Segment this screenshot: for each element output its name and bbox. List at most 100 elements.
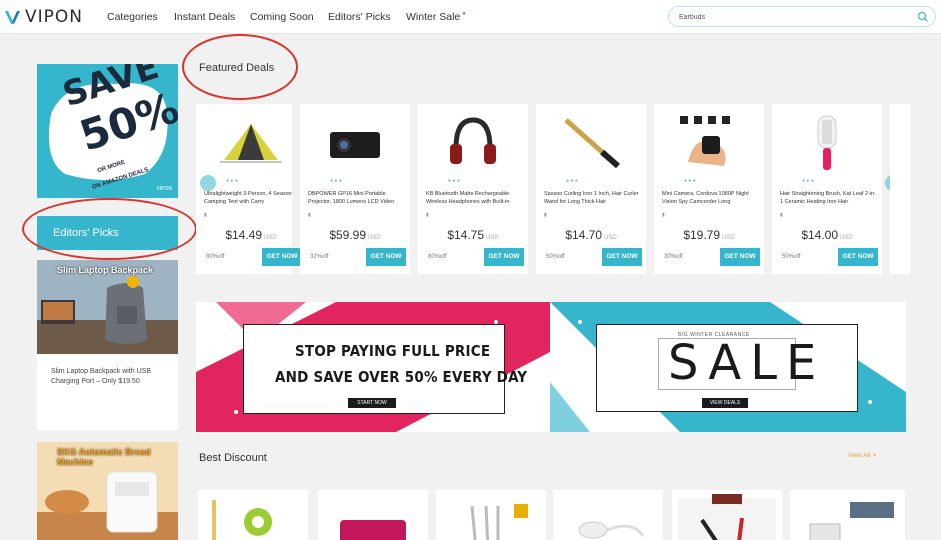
product-card[interactable]: ● ● ● KB Bluetooth Matte Rechargeable Wir… — [418, 104, 528, 274]
product-image — [674, 112, 744, 172]
product-name: DBPOWER GP16 Mini Portable Projector, 18… — [308, 191, 395, 205]
backpack-image-title: Slim Laptop Backpack — [57, 265, 154, 275]
get-now-button[interactable]: GET NOW — [366, 248, 406, 266]
us-flag-icon: ▮ — [544, 212, 547, 218]
product-image — [216, 112, 286, 172]
discount-percent: 32%off — [310, 254, 329, 260]
discount-percent: 80%off — [206, 254, 225, 260]
deal-badge-icon: ● ● ● — [802, 178, 814, 184]
view-all-link[interactable]: View All > — [848, 452, 876, 459]
next-product-peek — [890, 104, 910, 274]
backpack-image: Slim Laptop Backpack — [37, 260, 178, 354]
product-price: $14.75 USD — [418, 228, 528, 242]
discount-percent: 50%off — [782, 254, 801, 260]
price-value: $59.99 — [329, 228, 367, 242]
price-currency: USD — [368, 235, 381, 241]
product-price: $14.49 USD — [196, 228, 306, 242]
price-value: $14.70 — [565, 228, 603, 242]
nav-instant-deals[interactable]: Instant Deals — [174, 11, 235, 23]
view-deals-button[interactable]: VIEW DEALS — [702, 398, 748, 408]
discount-product-card[interactable] — [318, 490, 428, 540]
get-now-button[interactable]: GET NOW — [602, 248, 642, 266]
nav-winter-sale[interactable]: Winter Sale ● — [406, 11, 466, 23]
nav-coming-soon[interactable]: Coming Soon — [250, 11, 314, 23]
product-price: $59.99 USD — [300, 228, 410, 242]
product-name: Ultralightweight 3-Person, 4 Season Camp… — [204, 191, 292, 205]
product-price: $14.70 USD — [536, 228, 646, 242]
editors-pick-description: Slim Laptop Backpack with USB Charging P… — [51, 368, 151, 385]
price-value: $19.79 — [683, 228, 721, 242]
banner-line-2: AND SAVE OVER 50% EVERY DAY — [275, 368, 528, 386]
get-now-button[interactable]: GET NOW — [720, 248, 760, 266]
new-tag-icon: ● — [462, 11, 466, 17]
nav-winter-sale-label: Winter Sale — [406, 11, 461, 23]
us-flag-icon: ▮ — [662, 212, 665, 218]
tool-set-image — [678, 494, 776, 540]
bread-machine-title: SKG Automatic Bread Machine — [57, 447, 151, 467]
get-now-button[interactable]: GET NOW — [838, 248, 878, 266]
deal-badge-icon: ● ● ● — [226, 178, 238, 184]
product-name: Hair Straightening Brush, Kat Leaf 2-in-… — [780, 191, 876, 205]
price-currency: USD — [486, 235, 499, 241]
price-currency: USD — [840, 235, 853, 241]
search-box[interactable] — [668, 6, 936, 27]
product-card[interactable]: ● ● ● Sassoo Curling Iron 1 Inch, Hair Cu… — [536, 104, 646, 274]
vipon-logo[interactable]: VIPON — [4, 6, 83, 28]
discount-percent: 30%off — [664, 254, 683, 260]
product-image — [320, 112, 390, 172]
nav-categories[interactable]: Categories — [107, 11, 158, 23]
price-currency: USD — [604, 235, 617, 241]
retractable-cable-image — [212, 500, 272, 540]
best-discount-title: Best Discount — [199, 452, 267, 464]
us-flag-icon: ▮ — [426, 212, 429, 218]
product-card[interactable]: ● ● ● Hair Straightening Brush, Kat Leaf … — [772, 104, 882, 274]
nav-editors-picks[interactable]: Editors' Picks — [328, 11, 391, 23]
product-card[interactable]: ● ● ● DBPOWER GP16 Mini Portable Projecto… — [300, 104, 410, 274]
product-card[interactable]: ● ● ● Mini Camera, Cordova 1080P Night Vi… — [654, 104, 764, 274]
sale-big-text: SALE — [668, 335, 826, 391]
discount-product-card[interactable] — [436, 490, 546, 540]
get-now-button[interactable]: GET NOW — [484, 248, 524, 266]
editors-pick-card[interactable]: Slim Laptop Backpack Slim Laptop Backpac… — [37, 260, 178, 430]
search-input[interactable] — [679, 10, 909, 24]
product-image — [438, 112, 508, 172]
bread-machine-card[interactable]: SKG Automatic Bread Machine — [37, 442, 178, 540]
magenta-case-image — [340, 520, 406, 540]
metal-straws-image — [470, 504, 528, 540]
product-price: $19.79 USD — [654, 228, 764, 242]
price-currency: USD — [722, 235, 735, 241]
discount-product-card[interactable] — [672, 490, 782, 540]
deal-badge-icon: ● ● ● — [684, 178, 696, 184]
discount-percent: 50%off — [546, 254, 565, 260]
us-flag-icon: ▮ — [204, 212, 207, 218]
top-navigation-bar: VIPON Categories Instant Deals Coming So… — [0, 0, 941, 34]
discount-product-card[interactable] — [553, 490, 663, 540]
price-value: $14.75 — [447, 228, 485, 242]
editors-picks-heading[interactable]: Editors' Picks — [37, 216, 178, 250]
stop-paying-banner[interactable]: STOP PAYING FULL PRICE AND SAVE OVER 50%… — [196, 302, 550, 432]
usb-adapter-image — [809, 502, 894, 540]
logo-text: VIPON — [25, 7, 83, 27]
deal-badge-icon: ● ● ● — [566, 178, 578, 184]
product-name: Sassoo Curling Iron 1 Inch, Hair Curler … — [544, 191, 639, 205]
promo-brand: VIPON — [156, 186, 172, 192]
us-flag-icon: ▮ — [308, 212, 311, 218]
save-50-promo-banner[interactable]: SAVE 50% OR MORE ON AMAZON DEALS VIPON — [37, 64, 178, 198]
winter-sale-banner[interactable]: BIG WINTER CLEARANCE SALE VIEW DEALS — [550, 302, 906, 432]
carousel-prev-arrow[interactable] — [200, 175, 216, 191]
product-image — [556, 112, 626, 172]
search-icon[interactable] — [917, 11, 929, 23]
get-now-button[interactable]: GET NOW — [262, 248, 302, 266]
product-name: Mini Camera, Cordova 1080P Night Vision … — [662, 191, 749, 205]
discount-product-card[interactable] — [198, 490, 308, 540]
deal-badge-icon: ● ● ● — [448, 178, 460, 184]
start-now-button[interactable]: START NOW — [348, 398, 396, 408]
deal-badge-icon: ● ● ● — [330, 178, 342, 184]
white-earbuds-image — [578, 521, 645, 539]
product-name: KB Bluetooth Matte Rechargeable Wireless… — [426, 191, 510, 205]
discount-percent: 80%off — [428, 254, 447, 260]
price-currency: USD — [264, 235, 277, 241]
discount-product-card[interactable] — [790, 490, 905, 540]
bread-machine-image: SKG Automatic Bread Machine — [37, 442, 178, 540]
us-flag-icon: ▮ — [780, 212, 783, 218]
